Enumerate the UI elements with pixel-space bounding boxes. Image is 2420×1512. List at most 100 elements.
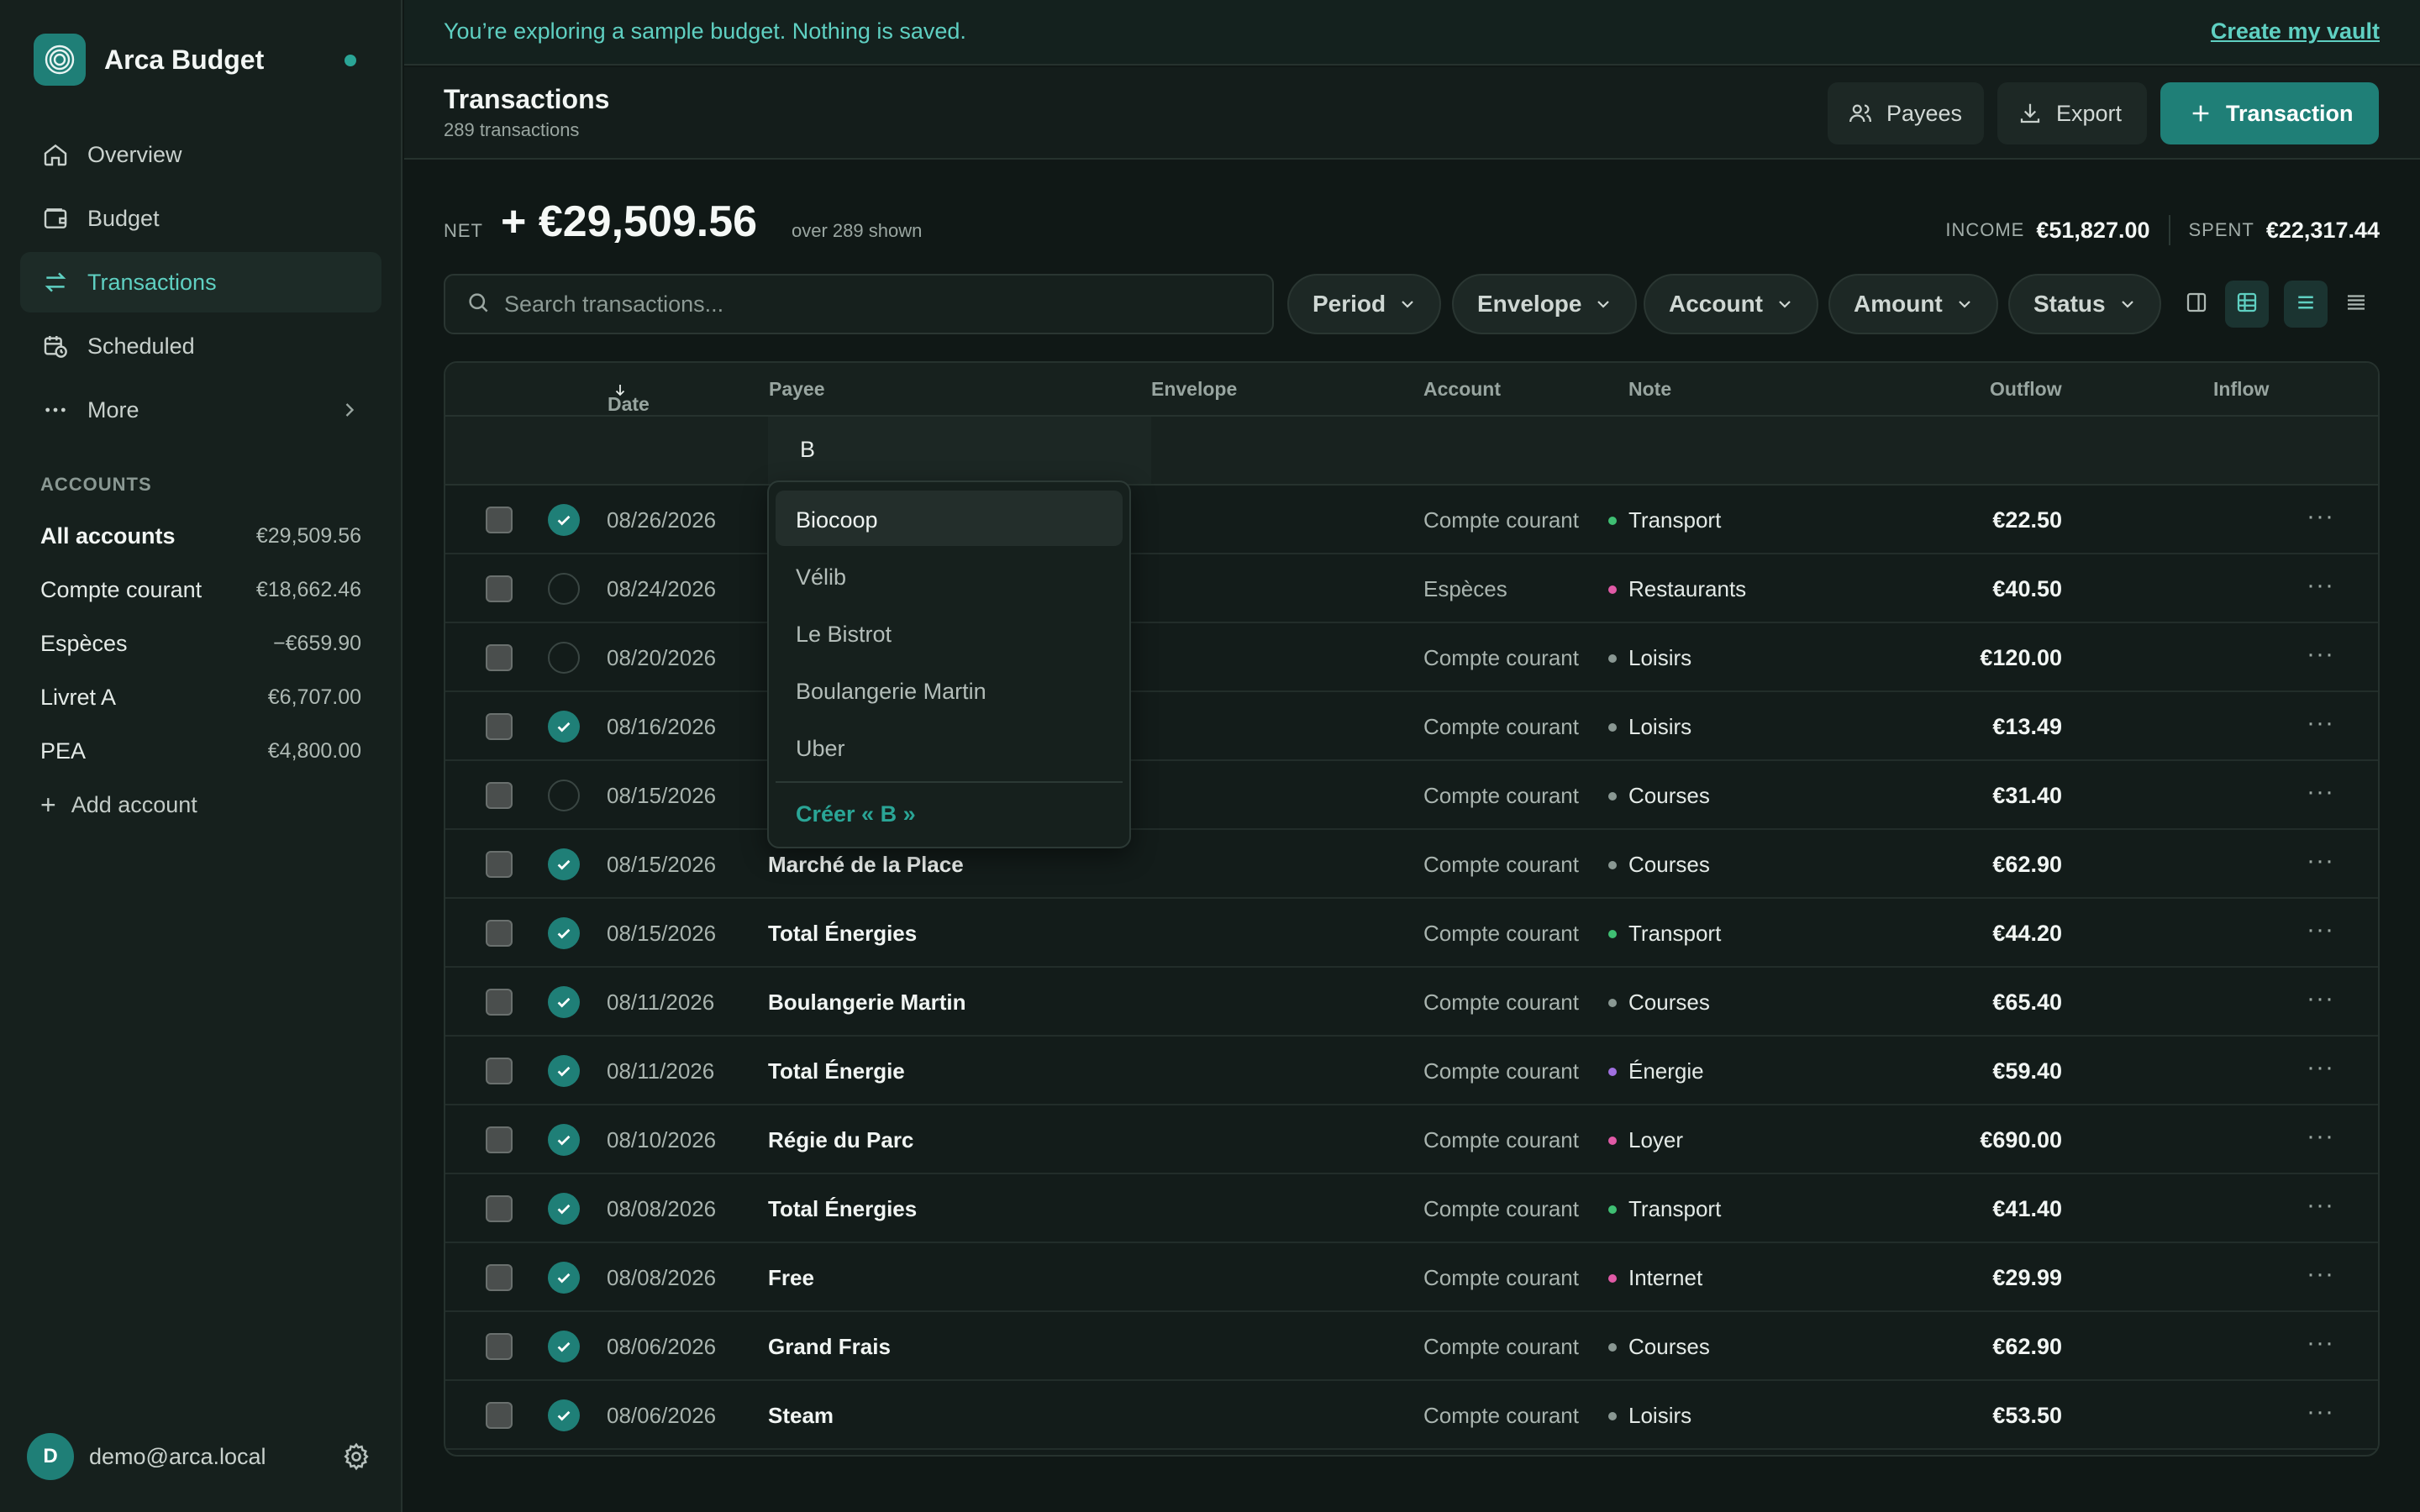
payee-option[interactable]: Boulangerie Martin (776, 662, 1123, 717)
row-checkbox[interactable] (486, 1264, 513, 1291)
user-menu[interactable]: D demo@arca.local (27, 1433, 371, 1480)
row-checkbox[interactable] (486, 989, 513, 1016)
column-payee[interactable]: Payee (769, 378, 825, 401)
table-row[interactable]: 08/08/2026 Total Énergies Compte courant Tr… (445, 1174, 2378, 1243)
cleared-status-icon[interactable] (548, 711, 580, 743)
row-menu-icon[interactable]: ··· (2307, 1398, 2334, 1426)
row-checkbox[interactable] (486, 1402, 513, 1429)
row-menu-icon[interactable]: ··· (2307, 847, 2334, 875)
cleared-status-icon[interactable] (548, 1124, 580, 1156)
add-transaction-button[interactable]: Transaction (2160, 82, 2379, 144)
table-row[interactable]: 08/15/2026 Compte courant Courses €31.40 ··· (445, 761, 2378, 830)
row-checkbox[interactable] (486, 1195, 513, 1222)
cleared-status-icon[interactable] (548, 848, 580, 880)
table-row[interactable]: 08/06/2026 Grand Frais Compte courant Cours… (445, 1312, 2378, 1381)
payee-option[interactable]: Biocoop (776, 491, 1123, 546)
cleared-status-icon[interactable] (548, 1193, 580, 1225)
cleared-status-icon[interactable] (548, 1055, 580, 1087)
account-row-all[interactable]: All accounts €29,509.56 (40, 509, 361, 563)
grid-view-button[interactable] (2225, 281, 2269, 328)
row-menu-icon[interactable]: ··· (2307, 1053, 2334, 1082)
filter-amount[interactable]: Amount (1828, 274, 1998, 334)
row-menu-icon[interactable]: ··· (2307, 1329, 2334, 1357)
row-menu-icon[interactable]: ··· (2307, 1260, 2334, 1289)
table-row[interactable]: 08/15/2026 Marché de la Place Compte coura… (445, 830, 2378, 899)
row-menu-icon[interactable]: ··· (2307, 916, 2334, 944)
payees-button[interactable]: Payees (1828, 82, 1984, 144)
row-checkbox[interactable] (486, 1058, 513, 1084)
column-date[interactable]: Date (608, 378, 650, 415)
table-row[interactable]: 08/10/2026 Régie du Parc Compte courant Loy… (445, 1105, 2378, 1174)
table-row[interactable]: 08/08/2026 Free Compte courant Internet €29.… (445, 1243, 2378, 1312)
row-menu-icon[interactable]: ··· (2307, 640, 2334, 669)
sidebar-item-scheduled[interactable]: Scheduled (20, 316, 381, 376)
column-note[interactable]: Note (1628, 378, 1671, 401)
row-menu-icon[interactable]: ··· (2307, 571, 2334, 600)
payee-option[interactable]: Le Bistrot (776, 605, 1123, 660)
cleared-status-icon[interactable] (548, 986, 580, 1018)
column-outflow[interactable]: Outflow (1990, 378, 2062, 401)
payee-option[interactable]: Uber (776, 719, 1123, 774)
payee-input[interactable] (800, 437, 1136, 463)
search-box[interactable] (444, 274, 1274, 334)
payee-edit-cell[interactable] (768, 417, 1151, 484)
account-row[interactable]: Livret A €6,707.00 (40, 670, 361, 724)
cleared-status-icon[interactable] (548, 780, 580, 811)
account-row[interactable]: PEA €4,800.00 (40, 724, 361, 778)
cleared-status-icon[interactable] (548, 1331, 580, 1362)
cleared-status-icon[interactable] (548, 504, 580, 536)
table-row[interactable]: 08/06/2026 Steam Compte courant Loisirs €53.… (445, 1381, 2378, 1450)
create-payee-option[interactable]: Créer « B » (796, 801, 916, 827)
payee-option[interactable]: Vélib (776, 548, 1123, 603)
row-checkbox[interactable] (486, 1126, 513, 1153)
row-menu-icon[interactable]: ··· (2307, 709, 2334, 738)
table-row[interactable]: 08/24/2026 Espèces Restaurants €40.50 ··· (445, 554, 2378, 623)
cleared-status-icon[interactable] (548, 1262, 580, 1294)
filter-status[interactable]: Status (2008, 274, 2161, 334)
row-checkbox[interactable] (486, 851, 513, 878)
row-menu-icon[interactable]: ··· (2307, 1122, 2334, 1151)
row-checkbox[interactable] (486, 713, 513, 740)
add-account-button[interactable]: + Add account (40, 778, 361, 832)
column-account[interactable]: Account (1423, 378, 1501, 401)
filter-account[interactable]: Account (1644, 274, 1818, 334)
row-checkbox[interactable] (486, 644, 513, 671)
sidebar-item-overview[interactable]: Overview (20, 124, 381, 185)
row-menu-icon[interactable]: ··· (2307, 778, 2334, 806)
cleared-status-icon[interactable] (548, 642, 580, 674)
row-checkbox[interactable] (486, 1333, 513, 1360)
create-vault-link[interactable]: Create my vault (2211, 18, 2380, 45)
cleared-status-icon[interactable] (548, 1399, 580, 1431)
cleared-status-icon[interactable] (548, 917, 580, 949)
table-row[interactable]: 08/11/2026 Total Énergie Compte courant Éne… (445, 1037, 2378, 1105)
table-row[interactable]: 08/15/2026 Total Énergies Compte courant Tr… (445, 899, 2378, 968)
row-checkbox[interactable] (486, 575, 513, 602)
column-inflow[interactable]: Inflow (2213, 378, 2269, 401)
row-menu-icon[interactable]: ··· (2307, 984, 2334, 1013)
table-row[interactable]: 08/20/2026 Compte courant Loisirs €120.00 ··… (445, 623, 2378, 692)
table-row[interactable]: 08/26/2026 Compte courant Transport €22.50 ·… (445, 486, 2378, 554)
sidebar-item-more[interactable]: More (20, 380, 381, 440)
sidebar-item-budget[interactable]: Budget (20, 188, 381, 249)
panel-toggle-button[interactable] (2175, 281, 2218, 328)
filter-envelope[interactable]: Envelope (1452, 274, 1638, 334)
list-view-button[interactable] (2284, 281, 2328, 328)
table-row[interactable]: 08/16/2026 Compte courant Loisirs €13.49 ··· (445, 692, 2378, 761)
brand[interactable]: Arca Budget (34, 34, 370, 86)
column-envelope[interactable]: Envelope (1151, 378, 1237, 401)
export-button[interactable]: Export (1997, 82, 2147, 144)
row-checkbox[interactable] (486, 782, 513, 809)
row-menu-icon[interactable]: ··· (2307, 1191, 2334, 1220)
sidebar-item-transactions[interactable]: Transactions (20, 252, 381, 312)
search-input[interactable] (504, 291, 1260, 318)
filter-period[interactable]: Period (1287, 274, 1442, 334)
account-row[interactable]: Compte courant €18,662.46 (40, 563, 361, 617)
compact-view-button[interactable] (2334, 281, 2378, 328)
cleared-status-icon[interactable] (548, 573, 580, 605)
account-row[interactable]: Espèces −€659.90 (40, 617, 361, 670)
table-row[interactable]: 08/11/2026 Boulangerie Martin Compte coura… (445, 968, 2378, 1037)
gear-icon[interactable] (341, 1441, 371, 1476)
row-menu-icon[interactable]: ··· (2307, 502, 2334, 531)
row-checkbox[interactable] (486, 507, 513, 533)
row-checkbox[interactable] (486, 920, 513, 947)
